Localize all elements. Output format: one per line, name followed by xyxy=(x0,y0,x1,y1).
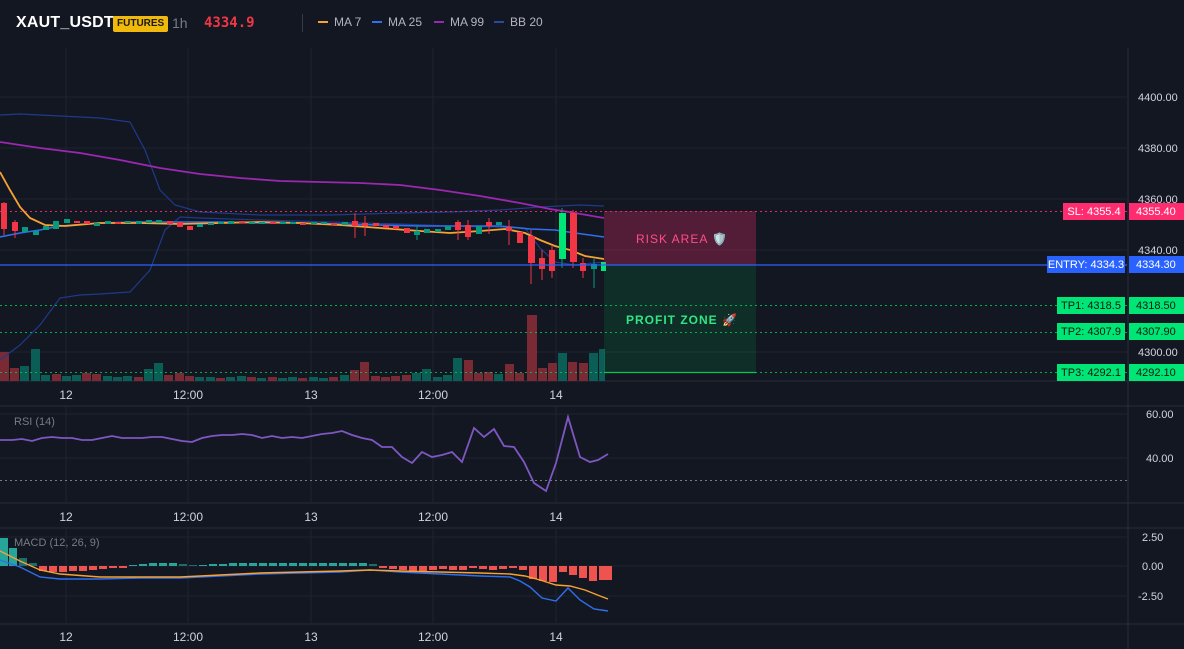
time-tick: 12 xyxy=(59,630,73,644)
time-tick: 12:00 xyxy=(418,630,448,644)
time-tick: 14 xyxy=(549,510,563,524)
macd-tick: 0.00 xyxy=(1142,561,1163,573)
sl-price: 4355.40 xyxy=(1136,206,1176,218)
price-tick: 4380.00 xyxy=(1138,143,1178,155)
time-tick: 12 xyxy=(59,510,73,524)
rsi-tick: 60.00 xyxy=(1146,409,1174,421)
time-tick: 12:00 xyxy=(418,388,448,402)
tp3-price: 4292.10 xyxy=(1136,367,1176,379)
price-tick: 4340.00 xyxy=(1138,245,1178,257)
macd-tick: 2.50 xyxy=(1142,532,1163,544)
time-tick: 13 xyxy=(304,388,318,402)
time-tick: 12:00 xyxy=(173,510,203,524)
ma99-line xyxy=(0,141,605,219)
tp3-label: TP3: 4292.1 xyxy=(1061,367,1121,379)
tp1-label: TP1: 4318.5 xyxy=(1061,300,1121,312)
time-tick: 14 xyxy=(549,388,563,402)
time-tick: 13 xyxy=(304,630,318,644)
tp2-label: TP2: 4307.9 xyxy=(1061,326,1121,338)
time-axis-macd[interactable]: 12 12:00 13 12:00 14 xyxy=(59,630,563,644)
rsi-line xyxy=(0,413,609,493)
entry-price: 4334.30 xyxy=(1136,259,1176,271)
macd-signal-line xyxy=(0,550,609,600)
time-tick: 12:00 xyxy=(173,388,203,402)
time-tick: 14 xyxy=(549,630,563,644)
macd-title: MACD (12, 26, 9) xyxy=(14,537,100,549)
macd-tick: -2.50 xyxy=(1138,591,1163,603)
tp2-price: 4307.90 xyxy=(1136,326,1176,338)
rsi-title: RSI (14) xyxy=(14,416,55,428)
time-tick: 13 xyxy=(304,510,318,524)
bollinger-bands xyxy=(0,113,605,361)
rsi-pane[interactable]: RSI (14) 60.00 40.00 xyxy=(0,407,1174,502)
volume-bars xyxy=(0,315,605,381)
rsi-grid xyxy=(0,407,1127,502)
time-axis-rsi[interactable]: 12 12:00 13 12:00 14 xyxy=(59,510,563,524)
sl-label: SL: 4355.4 xyxy=(1067,206,1120,218)
macd-scale: 2.50 0.00 -2.50 xyxy=(1138,532,1163,603)
time-tick: 12:00 xyxy=(173,630,203,644)
tp1-price: 4318.50 xyxy=(1136,300,1176,312)
time-axis-main[interactable]: 12 12:00 13 12:00 14 xyxy=(59,388,563,402)
price-tick: 4300.00 xyxy=(1138,347,1178,359)
rsi-scale: 60.00 40.00 xyxy=(1146,409,1174,465)
risk-area-label: RISK AREA 🛡️ xyxy=(636,232,728,246)
macd-grid xyxy=(0,529,1127,623)
chart-canvas[interactable]: RISK AREA 🛡️ PROFIT ZONE 🚀 4400.00 4380.… xyxy=(0,0,1184,649)
entry-label: ENTRY: 4334.3 xyxy=(1048,259,1124,271)
rsi-tick: 40.00 xyxy=(1146,453,1174,465)
macd-pane[interactable]: MACD (12, 26, 9) 2.50 0.00 -2.50 xyxy=(0,529,1163,623)
price-scale[interactable]: 4400.00 4380.00 4360.00 4340.00 4300.00 xyxy=(1138,92,1178,359)
profit-zone-label: PROFIT ZONE 🚀 xyxy=(626,313,738,327)
price-tick: 4400.00 xyxy=(1138,92,1178,104)
time-tick: 12:00 xyxy=(418,510,448,524)
time-tick: 12 xyxy=(59,388,73,402)
